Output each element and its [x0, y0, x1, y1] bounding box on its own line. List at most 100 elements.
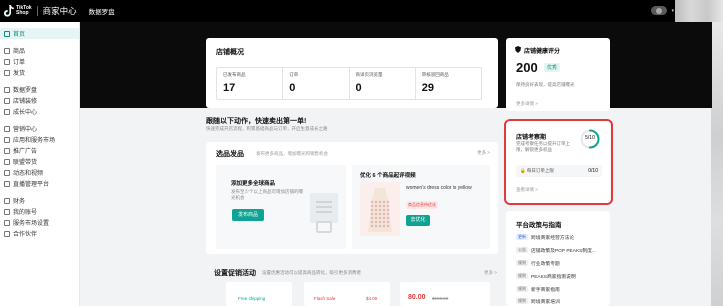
health-badge: 优秀: [544, 63, 561, 72]
sidebar-item-apps-market[interactable]: 应用和服务市场: [0, 134, 79, 145]
sidebar-item-store-decoration[interactable]: 店铺装修: [0, 95, 79, 106]
ads-icon: [4, 147, 10, 154]
actions-subheading: 快速完成开店流程，积累基础商品与订单，开启生意成长之路: [206, 126, 328, 131]
health-title: 店铺健康评分: [524, 49, 561, 55]
topbar-section-label[interactable]: 数据罗盘: [89, 6, 115, 16]
sidebar-item-label: 首页: [13, 32, 26, 38]
sidebar-item-affiliate[interactable]: 联盟带货: [0, 156, 79, 167]
policy-item[interactable]: 规则 新手商家指南: [516, 285, 560, 293]
tiktok-note-icon: [4, 5, 14, 17]
product-name: women's dress color is yellow: [406, 185, 472, 191]
chevron-down-icon: ▾: [671, 7, 674, 14]
sidebar-item-finance[interactable]: 财务: [0, 195, 79, 206]
promo-card-discount[interactable]: 80.00 $100.00: [400, 282, 490, 306]
sidebar-item-data-compass[interactable]: 数据罗盘: [0, 84, 79, 95]
policy-item[interactable]: 规则 行业政策专题: [516, 259, 560, 267]
sidebar-item-label: 联盟带货: [13, 160, 38, 166]
sidebar-item-service-settings[interactable]: 服务市场设置: [0, 217, 79, 228]
avatar: [656, 7, 662, 14]
health-desc: 保持良好表现，提高店铺曝光: [516, 82, 575, 87]
policy-tag: 更新: [516, 234, 528, 240]
growth-icon: [4, 108, 10, 115]
product-listing-card: 选品发品 发布更多商品，增加曝光和销售机会 更多 > 添加更多全球商品 发布至少…: [206, 142, 498, 254]
policy-tag: 规则: [516, 298, 528, 304]
stat-published-products[interactable]: 已发布商品 17: [217, 68, 284, 99]
sidebar-item-home[interactable]: 首页: [0, 28, 79, 39]
shield-icon: [515, 46, 521, 53]
sidebar-item-label: 发货: [13, 71, 26, 77]
policy-text: 跨境商家经营方法论: [531, 235, 575, 241]
optimize-title: 优化 6 个商品起评视频: [360, 173, 416, 179]
promo-heading: 设置促销活动: [214, 270, 256, 277]
listing-more-link[interactable]: 更多 >: [477, 150, 490, 156]
policy-tag: 公告: [516, 247, 528, 253]
highlight-outline: [504, 119, 613, 205]
shipping-icon: [4, 69, 10, 76]
add-products-title: 添加更多全球商品: [231, 181, 276, 187]
stat-rejected-products[interactable]: 审核驳回商品 29: [416, 68, 481, 99]
live-icon: [4, 180, 10, 187]
topbar-divider: [36, 6, 38, 16]
stat-orders[interactable]: 订单 0: [283, 68, 350, 99]
cart-icon: [316, 221, 332, 233]
policy-item[interactable]: 规则 跨境商家培训: [516, 297, 560, 305]
policy-item[interactable]: 公告 店铺政策及POP PEAKS制度...: [516, 246, 596, 254]
promo-more-link[interactable]: 更多 >: [484, 270, 497, 276]
sidebar-item-marketing-center[interactable]: 营销中心: [0, 123, 79, 134]
sidebar-item-live[interactable]: 直播管理平台: [0, 178, 79, 189]
policy-guide-card: 平台政策与指南 更新 跨境商家经营方法论 公告 店铺政策及POP PEAKS制度..…: [506, 211, 610, 306]
sidebar-item-products[interactable]: 商品: [0, 45, 79, 56]
product-thumbnail[interactable]: [360, 182, 400, 236]
sidebar-item-growth-center[interactable]: 成长中心: [0, 106, 79, 117]
affiliate-icon: [4, 158, 10, 165]
user-menu-toggle[interactable]: ▾: [651, 6, 674, 15]
sidebar-item-ads[interactable]: 推广广告: [0, 145, 79, 156]
sidebar-item-partner[interactable]: 合作伙伴: [0, 228, 79, 239]
sidebar-item-label: 我的账号: [13, 210, 38, 216]
sidebar-item-label: 财务: [13, 199, 26, 205]
health-more-link[interactable]: 更多详情 >: [516, 101, 538, 107]
original-price: $100.00: [432, 296, 449, 301]
policy-item[interactable]: 更新 跨境商家经营方法论: [516, 233, 574, 241]
actions-heading: 跟随以下动作，快速卖出第一单!: [206, 118, 307, 125]
order-icon: [4, 58, 10, 65]
partner-icon: [4, 230, 10, 237]
promo-card-flash-sale[interactable]: Flash Sale $4.00: [304, 282, 390, 306]
discount-amount: 80.00: [408, 294, 426, 301]
sidebar-item-orders[interactable]: 订单: [0, 56, 79, 67]
sidebar-item-video[interactable]: 动态和视频: [0, 167, 79, 178]
publish-product-button[interactable]: 发布商品: [232, 209, 264, 221]
policy-item[interactable]: 规则 PEAKS商家指南说明: [516, 272, 576, 280]
dress-pattern: [370, 200, 390, 228]
sidebar-item-shipping[interactable]: 发货: [0, 67, 79, 78]
flash-sale-price: $4.00: [366, 296, 378, 301]
product-icon: [4, 47, 10, 54]
free-shipping-tag: Free shipping: [238, 296, 266, 301]
optimize-button[interactable]: 去优化: [406, 215, 430, 226]
tiktok-shop-logo[interactable]: TikTok Shop: [4, 5, 32, 17]
sidebar-item-account[interactable]: 我的账号: [0, 206, 79, 217]
sidebar-item-label: 合作伙伴: [13, 232, 38, 238]
sidebar-item-label: 直播管理平台: [13, 182, 50, 188]
stat-value: 0: [355, 82, 362, 94]
store-health-card: 店铺健康评分 200 优秀 保持良好表现，提高店铺曝光 更多详情 >: [506, 38, 610, 111]
overview-stats: 已发布商品 17 订单 0 商详页浏览量 0 审核驳回商品 29: [216, 67, 482, 100]
account-icon: [4, 208, 10, 215]
flash-sale-tag: Flash Sale: [314, 296, 336, 301]
policy-text: PEAKS商家指南说明: [531, 274, 576, 280]
video-icon: [4, 169, 10, 176]
optimize-products-card: 优化 6 个商品起评视频 women's dress color is yell…: [352, 165, 490, 249]
document-illustration: [310, 193, 338, 223]
sidebar-item-label: 商品: [13, 49, 26, 55]
policy-text: 新手商家指南: [531, 287, 560, 293]
sidebar-item-label: 数据罗盘: [13, 88, 38, 94]
promo-card-free-shipping[interactable]: Free shipping: [226, 282, 292, 306]
stat-page-views[interactable]: 商详页浏览量 0: [350, 68, 416, 99]
policy-title: 平台政策与指南: [516, 222, 562, 229]
stat-label: 审核驳回商品: [421, 72, 449, 77]
policy-tag: 规则: [516, 273, 528, 279]
top-bar: TikTok Shop 商家中心 数据罗盘 ▾: [0, 0, 723, 22]
listing-title: 选品发品: [216, 151, 244, 158]
sidebar: 首页 商品 订单 发货 数据罗盘 店铺装修 成长中心 营销中心 应用和服务市场 …: [0, 22, 80, 306]
stat-value: 29: [421, 82, 434, 94]
